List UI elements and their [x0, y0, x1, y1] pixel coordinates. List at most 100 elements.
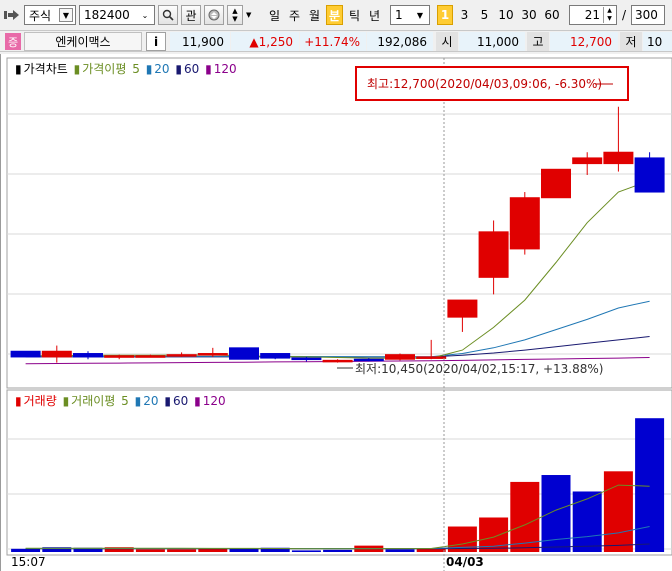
quick-interval-60[interactable]: 60: [542, 5, 562, 25]
candle-body: [73, 353, 103, 358]
high-annotation: 최고:12,700(2020/04/03,09:06, -6.30%): [367, 77, 602, 91]
quick-interval-10[interactable]: 10: [496, 5, 516, 25]
watchlist-button[interactable]: 관: [181, 5, 201, 25]
candle-body: [447, 299, 478, 318]
volume-ma-marker: ▮: [62, 394, 70, 408]
x-axis-date-label: 04/03: [446, 555, 484, 569]
chevron-down-icon[interactable]: ⌄: [138, 8, 152, 22]
chart-area: 최고:12,700(2020/04/03,09:06, -6.30%) 최저:1…: [0, 54, 672, 571]
candle-body: [478, 231, 509, 278]
volume-ma60-marker: ▮: [164, 394, 171, 408]
volume-ma-label[interactable]: 거래이평: [71, 394, 115, 408]
count-input[interactable]: 21 ▲ ▼: [569, 5, 617, 25]
period-week[interactable]: 주: [286, 5, 303, 25]
price-ma-20[interactable]: 20: [154, 62, 169, 76]
price-ma-label[interactable]: 가격이평: [82, 62, 126, 76]
price-panel-frame: [6, 57, 672, 389]
volume-ma-5[interactable]: 5: [121, 394, 129, 408]
candle-body: [509, 197, 540, 250]
small-dropdown-icon[interactable]: ▼: [246, 11, 254, 19]
price-change: ▲1,250: [231, 32, 299, 51]
volume-bar: [603, 471, 633, 552]
arrow-up-icon: ▲: [232, 7, 238, 15]
volume-ma-120[interactable]: 120: [203, 394, 226, 408]
price-ma20-marker: ▮: [145, 62, 153, 76]
volume-bar: [385, 549, 415, 552]
period-day[interactable]: 일: [266, 5, 283, 25]
chart-svg: 최고:12,700(2020/04/03,09:06, -6.30%) 최저:1…: [6, 57, 672, 571]
period-tick[interactable]: 틱: [346, 5, 363, 25]
price-ma120-marker: ▮: [205, 62, 212, 76]
search-button[interactable]: [158, 5, 178, 25]
total-input[interactable]: 300: [631, 5, 665, 25]
volume-legend-title[interactable]: 거래량: [24, 394, 57, 408]
link-arrow-icon[interactable]: [3, 5, 21, 25]
candle-body: [41, 350, 72, 358]
volume-legend-marker: ▮: [15, 394, 22, 408]
volume-ma-20[interactable]: 20: [143, 394, 158, 408]
quote-bar: 증 엔케이맥스 i 11,900 ▲1,250 +11.74% 192,086 …: [0, 30, 672, 52]
volume-legend: ▮ 거래량 ▮ 거래이평 5 ▮ 20 ▮ 60 ▮ 120: [15, 392, 228, 409]
market-value: 주식: [29, 8, 52, 23]
price-legend-marker: ▮: [15, 62, 22, 76]
x-axis-time-label: 15:07: [11, 555, 46, 569]
volume-ma120-marker: ▮: [194, 394, 201, 408]
interval-select[interactable]: 1 ▼: [390, 5, 430, 25]
info-button[interactable]: i: [146, 32, 166, 51]
candle-body: [291, 357, 322, 361]
candle-body: [385, 354, 415, 360]
volume-panel-frame: [6, 389, 672, 556]
chevron-down-icon[interactable]: ▼: [59, 8, 73, 22]
period-minute[interactable]: 분: [326, 5, 343, 25]
chart-toggle-button[interactable]: [204, 5, 224, 25]
interval-marker[interactable]: 1: [437, 5, 453, 25]
open-price: 11,000: [459, 32, 525, 51]
volume-ma20-marker: ▮: [134, 394, 142, 408]
candle-body: [353, 358, 384, 362]
candle-body: [166, 354, 197, 357]
change-percent: +11.74%: [300, 32, 366, 51]
count-separator: /: [621, 8, 627, 22]
circle-toggle-icon: [208, 9, 220, 21]
quick-interval-3[interactable]: 3: [456, 5, 473, 25]
stock-name[interactable]: 엔케이맥스: [24, 32, 142, 51]
stock-code-input[interactable]: 182400 ⌄: [79, 5, 155, 25]
candle-body: [229, 347, 259, 360]
quick-interval-5[interactable]: 5: [476, 5, 493, 25]
price-ma-60[interactable]: 60: [184, 62, 199, 76]
low-annotation: 최저:10,450(2020/04/02,15:17, +13.88%): [355, 362, 603, 376]
low-price: 10: [643, 32, 672, 51]
price-ma60-marker: ▮: [175, 62, 183, 76]
volume-ma-60[interactable]: 60: [173, 394, 188, 408]
count-value: 21: [584, 8, 600, 22]
interval-value: 1: [395, 8, 403, 22]
candle-body: [603, 151, 634, 165]
volume-bar: [167, 549, 197, 552]
candle-body: [322, 359, 353, 363]
high-price: 12,700: [550, 32, 618, 51]
candle-body: [572, 157, 603, 165]
candle-body: [104, 355, 135, 358]
toolbar: 주식 ▼ 182400 ⌄ 관 ▲ ▼ ▼ 일 주 월 분 틱 년 1 ▼ 1 3…: [0, 0, 672, 30]
candle-body: [416, 356, 447, 359]
price-ma-5[interactable]: 5: [132, 62, 140, 76]
search-icon: [162, 9, 174, 21]
price-legend-title[interactable]: 가격차트: [24, 62, 68, 76]
candle-body: [541, 168, 571, 199]
count-spinner[interactable]: ▲ ▼: [603, 7, 615, 23]
arrow-up-icon: ▲: [607, 7, 612, 14]
market-type-badge: 증: [5, 33, 21, 50]
candle-body: [197, 353, 228, 356]
market-select[interactable]: 주식 ▼: [24, 5, 76, 25]
spin-button[interactable]: ▲ ▼: [227, 5, 243, 25]
price-ma-120[interactable]: 120: [214, 62, 237, 76]
quick-interval-30[interactable]: 30: [519, 5, 539, 25]
chevron-down-icon[interactable]: ▼: [413, 8, 427, 22]
volume-bar: [635, 418, 665, 552]
candle-body: [260, 353, 291, 359]
period-month[interactable]: 월: [306, 5, 323, 25]
candle-body: [634, 157, 665, 193]
period-year[interactable]: 년: [366, 5, 383, 25]
volume-bar: [323, 549, 353, 552]
volume-bar: [135, 549, 165, 552]
